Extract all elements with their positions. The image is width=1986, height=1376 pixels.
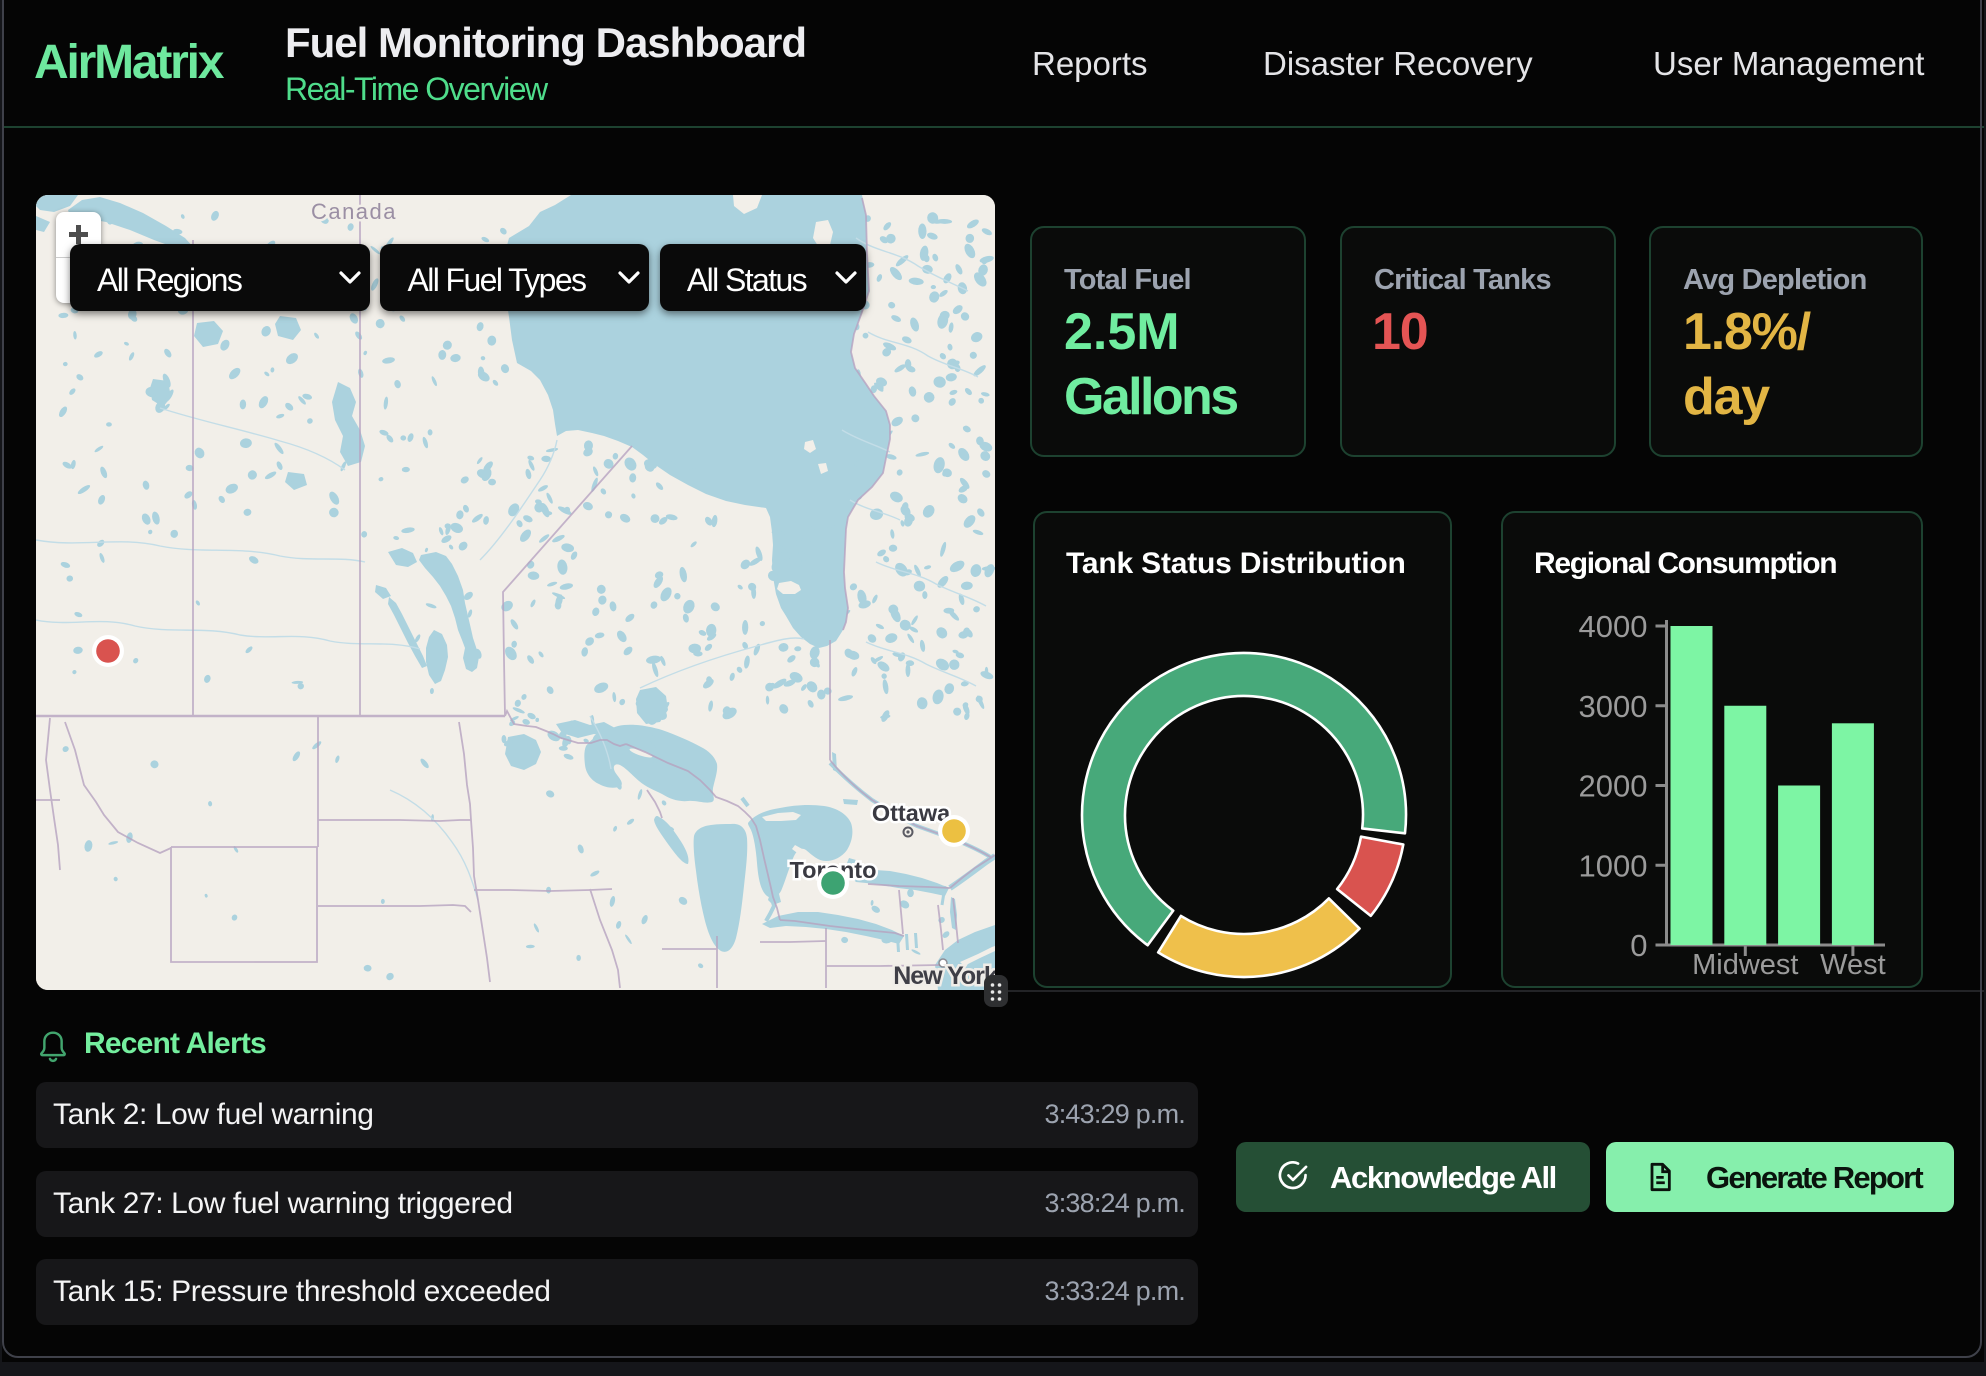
svg-text:4000: 4000: [1579, 609, 1648, 644]
svg-text:New York: New York: [893, 962, 995, 990]
svg-text:1000: 1000: [1579, 848, 1648, 883]
svg-text:0: 0: [1630, 928, 1647, 963]
svg-text:Midwest: Midwest: [1692, 949, 1798, 981]
svg-text:3000: 3000: [1579, 689, 1648, 724]
svg-text:Ottawa: Ottawa: [872, 800, 951, 826]
svg-text:West: West: [1820, 949, 1886, 981]
svg-text:2000: 2000: [1579, 769, 1648, 804]
svg-text:Canada: Canada: [311, 199, 397, 224]
